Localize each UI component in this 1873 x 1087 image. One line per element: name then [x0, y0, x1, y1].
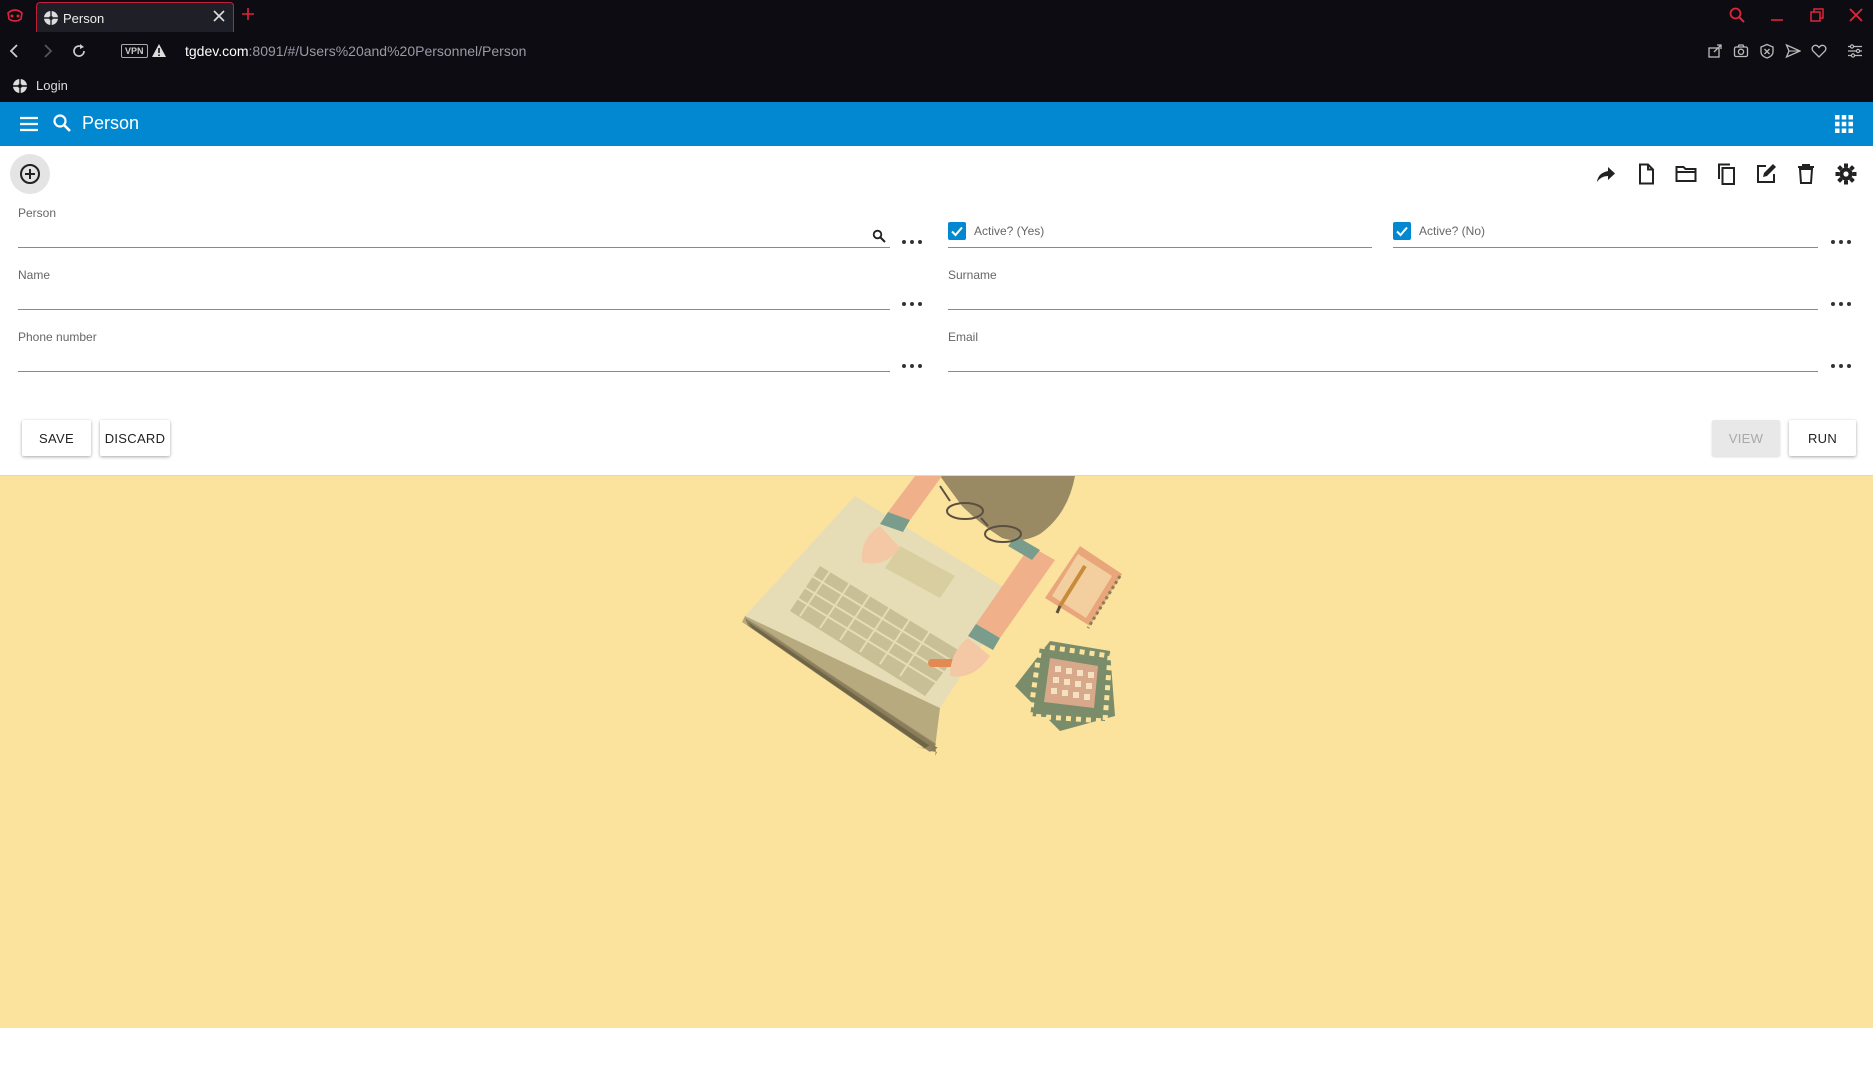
- checkmark-icon: [951, 226, 963, 237]
- delete-icon[interactable]: [1794, 162, 1818, 186]
- url-host: tgdev.com: [185, 43, 249, 59]
- search-tabs-icon[interactable]: [1728, 6, 1746, 24]
- close-window-icon[interactable]: [1847, 6, 1865, 24]
- add-button[interactable]: [10, 154, 50, 194]
- person-label: Person: [18, 206, 57, 220]
- bookmark-favicon-icon: [13, 79, 27, 93]
- person-field: Person: [18, 206, 890, 248]
- restore-icon[interactable]: [1808, 6, 1826, 24]
- reload-icon[interactable]: [70, 42, 88, 60]
- desk-illustration: [742, 476, 1122, 756]
- view-button[interactable]: VIEW: [1712, 420, 1780, 456]
- email-field: Email: [948, 330, 1818, 372]
- share-page-icon[interactable]: [1707, 43, 1723, 59]
- settings-icon[interactable]: [1834, 162, 1858, 186]
- active-yes-underline: [948, 247, 1372, 248]
- name-underline: [18, 309, 890, 310]
- close-tab-icon[interactable]: [211, 8, 227, 24]
- new-tab-icon[interactable]: [240, 6, 256, 22]
- person-search-icon[interactable]: [872, 229, 886, 243]
- app-bar: Person: [0, 102, 1873, 146]
- name-field: Name: [18, 268, 890, 310]
- coaster-drawing: [1015, 641, 1115, 731]
- new-document-icon[interactable]: [1634, 162, 1658, 186]
- person-more-button[interactable]: [900, 232, 924, 252]
- active-more-button[interactable]: [1829, 232, 1853, 252]
- camera-icon[interactable]: [1733, 43, 1749, 59]
- search-icon[interactable]: [52, 113, 72, 133]
- url-field[interactable]: tgdev.com:8091/#/Users%20and%20Personnel…: [185, 43, 526, 59]
- run-button[interactable]: RUN: [1789, 420, 1856, 456]
- send-icon[interactable]: [1785, 43, 1801, 59]
- phone-more-button[interactable]: [900, 356, 924, 376]
- email-input[interactable]: [948, 348, 1818, 370]
- url-path: :8091/#/Users%20and%20Personnel/Person: [248, 43, 527, 59]
- name-more-button[interactable]: [900, 294, 924, 314]
- phone-input[interactable]: [18, 348, 890, 370]
- email-label: Email: [948, 330, 979, 344]
- active-yes-checkbox[interactable]: [948, 222, 966, 240]
- ad-block-icon[interactable]: [1759, 43, 1775, 59]
- easy-setup-icon[interactable]: [1847, 43, 1863, 59]
- minimize-icon[interactable]: [1768, 6, 1786, 24]
- apps-grid-icon[interactable]: [1835, 115, 1853, 133]
- surname-label: Surname: [948, 268, 997, 282]
- active-yes-field: Active? (Yes): [948, 214, 1372, 248]
- person-input[interactable]: [18, 224, 890, 246]
- address-bar: VPN tgdev.com:8091/#/Users%20and%20Perso…: [0, 32, 1873, 70]
- email-more-button[interactable]: [1829, 356, 1853, 376]
- bookmarks-bar: Login: [0, 70, 1873, 102]
- browser-tab[interactable]: Person: [36, 2, 234, 32]
- app-favicon-icon: [44, 11, 58, 25]
- bookmark-heart-icon[interactable]: [1811, 43, 1827, 59]
- entity-editor: Person Active? (Yes) Active? (No) Name S…: [0, 146, 1873, 476]
- background-illustration: [0, 476, 1873, 1028]
- copy-icon[interactable]: [1714, 162, 1738, 186]
- menu-icon[interactable]: [18, 113, 40, 135]
- save-button[interactable]: SAVE: [22, 420, 91, 456]
- notebook-drawing: [1045, 546, 1122, 629]
- vpn-badge[interactable]: VPN: [121, 44, 148, 58]
- surname-field: Surname: [948, 268, 1818, 310]
- edit-icon[interactable]: [1754, 162, 1778, 186]
- name-label: Name: [18, 268, 51, 282]
- phone-label: Phone number: [18, 330, 97, 344]
- browser-tab-bar: Person: [0, 0, 1873, 32]
- person-underline: [18, 247, 890, 248]
- surname-input[interactable]: [948, 286, 1818, 308]
- page-title: Person: [82, 113, 140, 133]
- discard-button[interactable]: DISCARD: [100, 420, 170, 456]
- phone-underline: [18, 371, 890, 372]
- surname-underline: [948, 309, 1818, 310]
- active-no-label: Active? (No): [1419, 224, 1486, 238]
- open-folder-icon[interactable]: [1674, 162, 1698, 186]
- add-circle-icon: [20, 164, 40, 184]
- checkmark-icon: [1396, 226, 1408, 237]
- page-footer-space: [0, 1028, 1873, 1087]
- bookmark-login[interactable]: Login: [36, 78, 68, 93]
- warning-icon[interactable]: [151, 43, 167, 59]
- opera-gx-logo-icon[interactable]: [6, 8, 24, 24]
- active-yes-label: Active? (Yes): [974, 224, 1045, 238]
- active-no-field: Active? (No): [1393, 214, 1818, 248]
- back-icon[interactable]: [6, 42, 24, 60]
- name-input[interactable]: [18, 286, 890, 308]
- forward-icon[interactable]: [38, 42, 56, 60]
- phone-field: Phone number: [18, 330, 890, 372]
- email-underline: [948, 371, 1818, 372]
- share-icon[interactable]: [1594, 162, 1618, 186]
- surname-more-button[interactable]: [1829, 294, 1853, 314]
- active-no-checkbox[interactable]: [1393, 222, 1411, 240]
- active-no-underline: [1393, 247, 1818, 248]
- tab-title: Person: [63, 11, 105, 26]
